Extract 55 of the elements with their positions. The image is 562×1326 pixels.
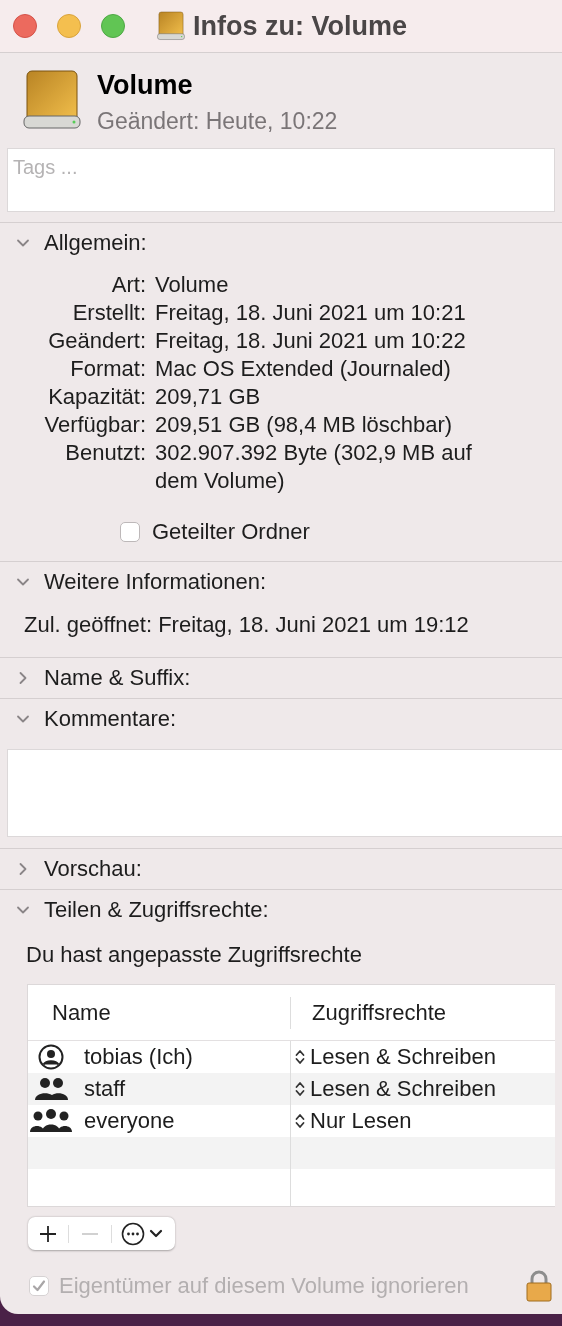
field-label: Benutzt: [64,439,146,467]
people-icon [30,1109,72,1133]
table-row[interactable]: staff Lesen & Schreiben [28,1073,555,1105]
group-icon [34,1077,68,1101]
field-label: Art: [110,271,146,299]
tags-field[interactable]: Tags ... [7,148,555,212]
section-title[interactable]: Allgemein: [44,230,147,256]
info-line: Zul. geöffnet: Freitag, 18. Juni 2021 um 19:12 [24,612,469,637]
privilege-value: Nur Lesen [310,1108,412,1134]
field-value: Volume [155,271,230,299]
modified-date: Geändert: Heute, 10:22 [97,108,338,135]
drive-icon [23,70,81,130]
chevron-icon [149,1228,163,1239]
minimize-button[interactable] [57,14,81,38]
field-label: Verfügbar: [43,411,146,439]
permissions-note: Du hast angepasste Zugriffsrechte [26,942,362,967]
privilege-value: Lesen & Schreiben [310,1076,496,1102]
user-name: staff [84,1076,126,1102]
column-header: Name [51,999,112,1026]
drive-icon [157,11,185,41]
minus-icon [81,1231,99,1236]
window-title: Infos zu: Volume [193,10,407,42]
user-name: everyone [84,1108,175,1134]
checkbox-label: Geteilter Ordner [152,519,310,545]
stepper-icon[interactable] [294,1048,306,1066]
privilege-value: Lesen & Schreiben [310,1044,496,1070]
section-title[interactable]: Weitere Informationen: [44,569,267,595]
field-value: Mac OS Extended (Journaled) [155,355,452,383]
field-value: Freitag, 18. Juni 2021 um 10:22 [155,327,467,355]
field-label: Erstellt: [71,299,146,327]
section-title[interactable]: Teilen & Zugriffsrechte: [44,897,269,923]
field-value: Freitag, 18. Juni 2021 um 10:21 [155,299,467,327]
field-value: 209,71 GB [155,383,262,411]
user-icon [38,1044,64,1070]
field-value: 302.907.392 Byte (302,9 MB auf dem Volume) [155,439,473,495]
close-button[interactable] [13,14,37,38]
lock-icon[interactable] [526,1270,552,1302]
field-label: Geändert: [47,327,146,355]
file-name: Volume [97,70,194,101]
user-name: tobias (Ich) [84,1044,193,1070]
comments-field[interactable] [7,749,562,837]
stepper-icon[interactable] [294,1080,306,1098]
field-label: Kapazität: [47,383,146,411]
section-title[interactable]: Name & Suffix: [44,665,191,691]
section-title[interactable]: Vorschau: [44,856,142,882]
stepper-icon[interactable] [294,1112,306,1130]
column-header: Zugriffsrechte [290,996,555,1029]
zoom-button[interactable] [101,14,125,38]
checkbox-label: Eigentümer auf diesem Volume ignorieren [59,1273,469,1299]
more-icon [121,1221,145,1246]
field-value: 209,51 GB (98,4 MB löschbar) [155,411,454,439]
field-label: Format: [69,355,146,383]
checkbox[interactable] [120,522,140,542]
plus-icon [39,1224,57,1243]
section-title[interactable]: Kommentare: [44,706,177,732]
